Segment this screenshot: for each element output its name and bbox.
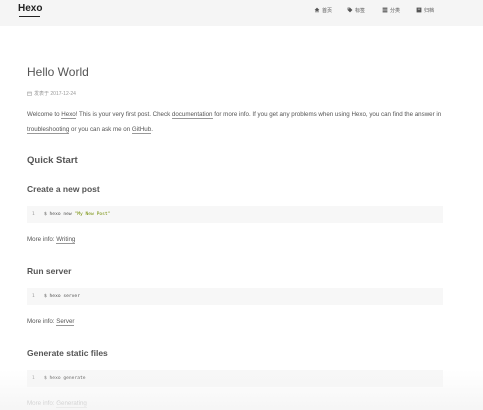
brand-underline	[19, 16, 40, 17]
nav-item-archive[interactable]: 归档	[416, 5, 434, 15]
more-info-label: More info:	[27, 400, 57, 407]
calendar-icon	[27, 91, 32, 96]
server-link[interactable]: Server	[56, 318, 75, 326]
generating-link[interactable]: Generating	[56, 400, 87, 408]
nav-label-archive: 归档	[424, 7, 435, 14]
section-heading-run-server: Run server	[27, 266, 72, 276]
hexo-link[interactable]: Hexo	[61, 111, 76, 119]
post-title[interactable]: Hello World	[27, 65, 89, 79]
quick-start-heading: Quick Start	[27, 155, 78, 166]
site-brand[interactable]: Hexo	[18, 3, 42, 14]
line-number: 1	[32, 212, 35, 217]
intro-text: or you can ask me on	[69, 126, 132, 133]
code-line: $ hexo new "My New Post"	[44, 212, 110, 217]
line-number: 1	[32, 376, 35, 381]
intro-text: .	[151, 126, 153, 133]
more-info-generate: More info: Generating	[27, 400, 87, 408]
github-link[interactable]: GitHub	[131, 126, 152, 134]
section-heading-generate: Generate static files	[27, 348, 108, 358]
more-info-create-post: More info: Writing	[27, 236, 76, 244]
code-command: $ hexo new	[44, 212, 75, 217]
code-block-create-post: 1 $ hexo new "My New Post"	[27, 206, 443, 223]
th-icon	[382, 7, 388, 13]
troubleshooting-link[interactable]: troubleshooting	[27, 126, 70, 134]
nav-item-tags[interactable]: 标签	[347, 5, 365, 15]
documentation-link[interactable]: documentation	[171, 111, 213, 119]
intro-text: ! This is your very first post. Check	[75, 111, 172, 118]
nav-item-home[interactable]: 首页	[314, 5, 332, 15]
section-heading-create-post: Create a new post	[27, 184, 100, 194]
nav-label-tags: 标签	[355, 7, 366, 14]
post-meta: 发表于 2017-12-24	[27, 89, 76, 97]
code-string: "My New Post"	[74, 212, 111, 217]
code-line: $ hexo generate	[44, 376, 86, 381]
post-date: 发表于 2017-12-24	[34, 90, 76, 97]
code-block-generate: 1 $ hexo generate	[27, 370, 443, 387]
line-number: 1	[32, 294, 35, 299]
home-icon	[314, 7, 320, 13]
intro-text: Welcome to	[27, 111, 62, 118]
more-info-label: More info:	[27, 318, 57, 325]
nav-label-categories: 分类	[390, 7, 401, 14]
more-info-label: More info:	[27, 236, 57, 243]
writing-link[interactable]: Writing	[56, 236, 76, 244]
site-header: Hexo 首页 标签 分类 归档	[0, 0, 483, 26]
code-line: $ hexo server	[44, 294, 80, 299]
intro-paragraph: Welcome to Hexo! This is your very first…	[27, 107, 447, 137]
nav-label-home: 首页	[322, 7, 333, 14]
nav-item-categories[interactable]: 分类	[382, 5, 400, 15]
tags-icon	[347, 7, 353, 13]
code-block-run-server: 1 $ hexo server	[27, 288, 443, 305]
archive-icon	[416, 7, 422, 13]
more-info-run-server: More info: Server	[27, 318, 75, 326]
intro-text: for more info. If you get any problems w…	[212, 111, 442, 118]
